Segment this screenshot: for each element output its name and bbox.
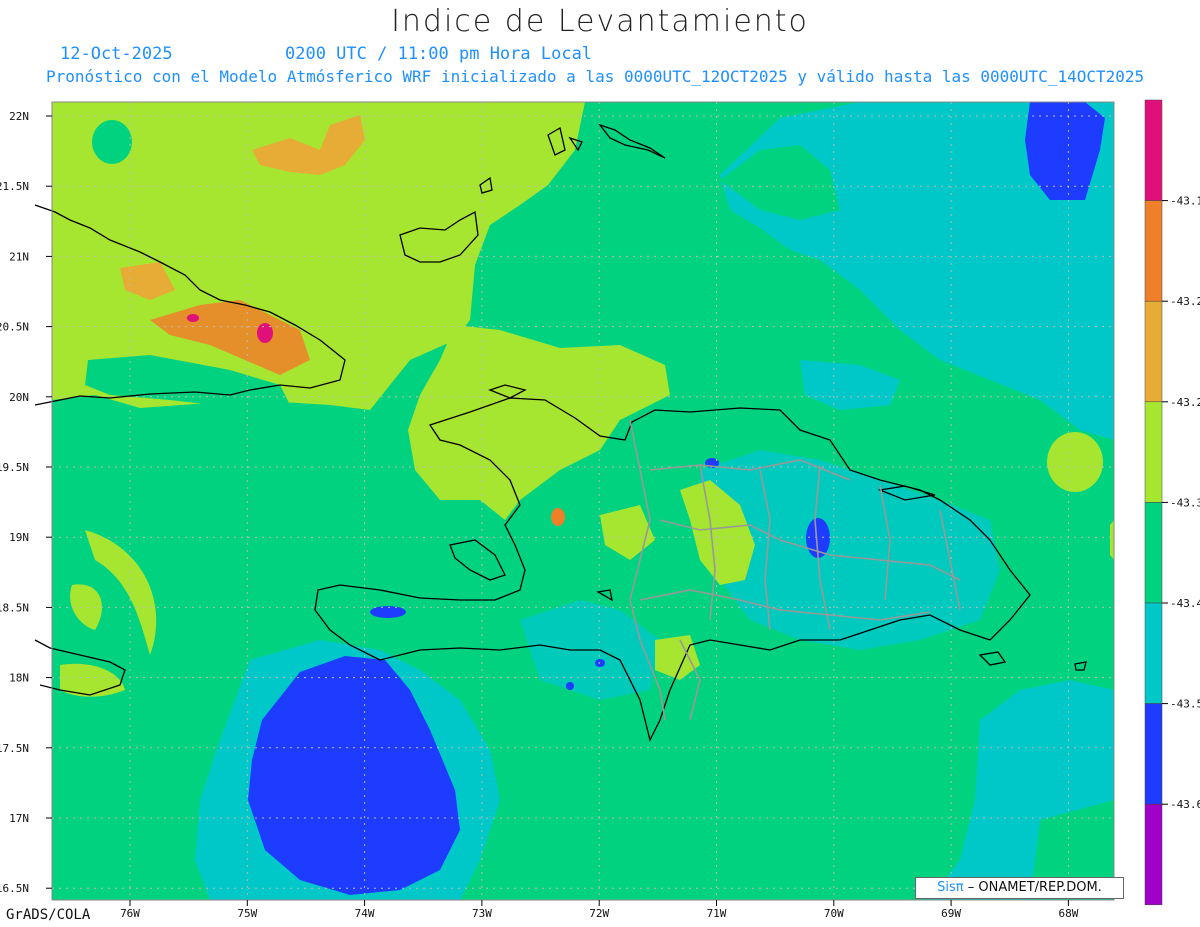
sis-logo: Sisπ (937, 880, 964, 895)
lon-label: 73W (472, 907, 492, 920)
lat-label: 21.5N (0, 180, 29, 193)
colorbar-swatch (1144, 703, 1163, 805)
lat-label: 19.5N (0, 461, 29, 474)
colorbar-swatch (1144, 401, 1163, 503)
colorbar: -43.1 -43.2 -43.2 -43.3 -43.4 -43.5 -43.6 (1144, 99, 1200, 906)
colorbar-swatch (1144, 200, 1163, 302)
lon-label: 68W (1058, 907, 1078, 920)
field-magenta (257, 323, 273, 343)
field-green-nw (92, 120, 132, 164)
lat-label: 18N (9, 672, 29, 685)
colorbar-swatch (1144, 803, 1163, 906)
latitude-labels: 22N 21.5N 21N 20.5N 20N 19.5N 19N 18.5N 18N 17.5N… (0, 110, 52, 895)
colorbar-swatch (1144, 99, 1163, 201)
colorbar-label: -43.2 (1170, 295, 1200, 308)
lon-label: 74W (355, 907, 375, 920)
colorbar-label: -43.5 (1170, 698, 1200, 711)
lon-label: 75W (237, 907, 257, 920)
colorbar-label: -43.6 (1170, 798, 1200, 811)
colorbar-label: -43.4 (1170, 597, 1200, 610)
colorbar-label: -43.3 (1170, 496, 1200, 509)
lat-label: 19N (9, 531, 29, 544)
lat-label: 22N (9, 110, 29, 123)
lat-label: 17N (9, 812, 29, 825)
colorbar-swatch (1144, 502, 1163, 604)
lon-label: 76W (120, 907, 140, 920)
lifted-index-map: 22N 21.5N 21N 20.5N 20N 19.5N 19N 18.5N 18N 17.5N… (0, 99, 1200, 920)
lon-label: 69W (941, 907, 961, 920)
colorbar-swatch (1144, 602, 1163, 704)
onamet-credit: Sisπ – ONAMET/REP.DOM. (915, 877, 1124, 899)
lat-label: 17.5N (0, 742, 29, 755)
software-credit: GrADS/COLA (6, 907, 91, 923)
lon-label: 71W (707, 907, 727, 920)
credit-text: – ONAMET/REP.DOM. (967, 880, 1102, 895)
field-east-yellow (1047, 432, 1103, 492)
lat-label: 18.5N (0, 601, 29, 614)
lon-label: 70W (824, 907, 844, 920)
colorbar-swatch (1144, 300, 1163, 403)
lat-label: 20N (9, 391, 29, 404)
lat-label: 21N (9, 250, 29, 263)
longitude-labels: 76W 75W 74W 73W 72W 71W 70W 69W 68W (120, 900, 1079, 920)
lon-label: 72W (589, 907, 609, 920)
colorbar-label: -43.2 (1170, 396, 1200, 409)
colorbar-label: -43.1 (1170, 195, 1200, 208)
lat-label: 20.5N (0, 321, 29, 334)
lat-label: 16.5N (0, 882, 29, 895)
